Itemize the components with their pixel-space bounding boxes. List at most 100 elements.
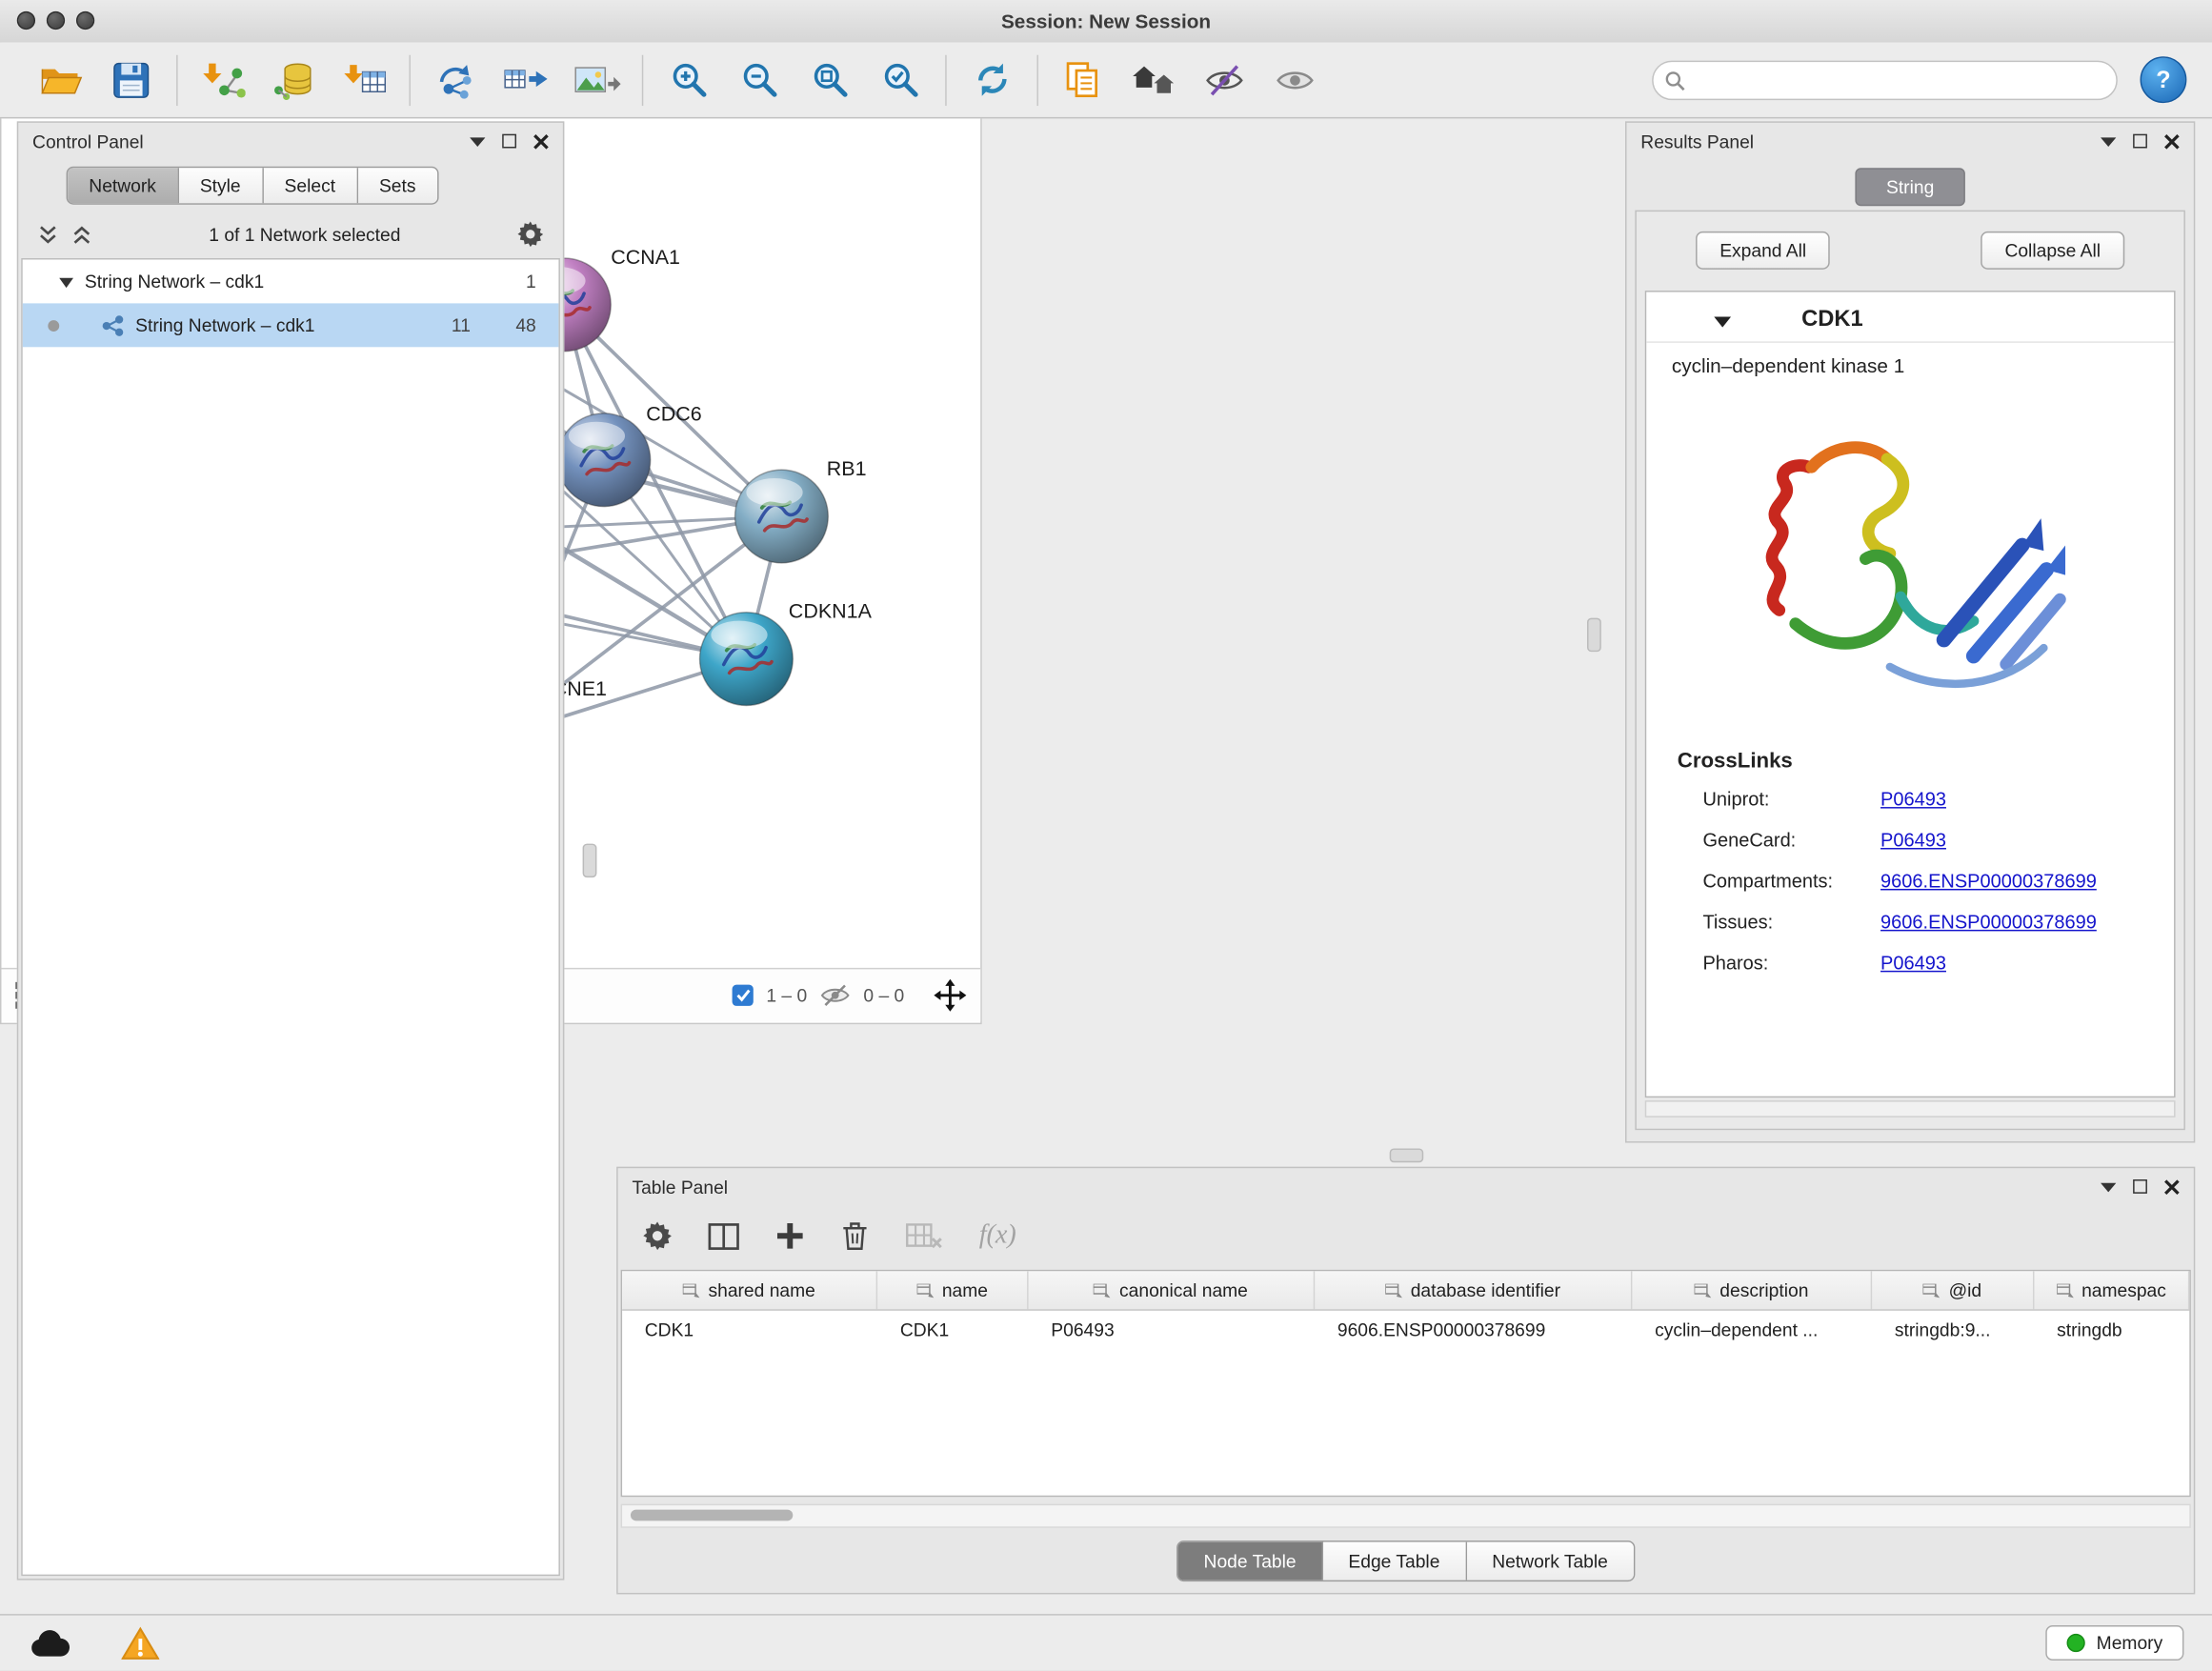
delete-column-trash-icon[interactable] (841, 1220, 870, 1252)
hide-annotations-button[interactable] (1189, 49, 1259, 111)
tab-select[interactable]: Select (263, 168, 357, 203)
warning-icon[interactable] (121, 1626, 159, 1661)
apply-layout-button[interactable] (956, 49, 1027, 111)
hidden-eye-slash-icon[interactable] (820, 983, 852, 1007)
expand-all-button[interactable]: Expand All (1696, 232, 1830, 270)
column-header-description[interactable]: description (1632, 1271, 1872, 1309)
collapse-all-button[interactable]: Collapse All (1981, 232, 2124, 270)
cell-name: CDK1 (877, 1311, 1028, 1349)
zoom-in-button[interactable] (654, 49, 724, 111)
splitter-handle[interactable] (1587, 618, 1601, 653)
open-session-button[interactable] (26, 49, 96, 111)
sphere-gloss (711, 621, 767, 650)
zoom-out-button[interactable] (724, 49, 794, 111)
collapse-section-icon[interactable] (1714, 314, 1731, 327)
zoom-window-button[interactable] (76, 11, 94, 30)
network-node-cdc6[interactable] (557, 413, 651, 507)
help-button[interactable]: ? (2141, 56, 2187, 103)
tab-node-table[interactable]: Node Table (1178, 1542, 1323, 1580)
tab-network[interactable]: Network (68, 168, 179, 203)
expand-all-icon[interactable] (72, 225, 92, 243)
table-panel-header: Table Panel (618, 1168, 2194, 1205)
panel-close-icon[interactable] (533, 133, 549, 149)
panel-float-icon[interactable] (2133, 1179, 2147, 1194)
export-image-button[interactable] (561, 49, 632, 111)
table-horizontal-scrollbar[interactable] (621, 1504, 2191, 1528)
node-label-ccna1: CCNA1 (611, 246, 680, 269)
column-header-shared-name[interactable]: shared name (622, 1271, 877, 1309)
tab-style[interactable]: Style (179, 168, 264, 203)
column-type-icon (916, 1283, 934, 1298)
home-icon (1132, 63, 1176, 97)
crosslink-compartments-link[interactable]: 9606.ENSP00000378699 (1880, 871, 2097, 892)
panel-menu-chevron-icon[interactable] (2101, 1181, 2116, 1193)
new-network-button[interactable] (420, 49, 491, 111)
network-node-cdkn1a[interactable] (700, 613, 794, 706)
cell-database-identifier: 9606.ENSP00000378699 (1315, 1311, 1632, 1349)
table-options-gear-icon[interactable] (643, 1221, 672, 1250)
zoom-fit-button[interactable] (794, 49, 865, 111)
show-graphics-button[interactable] (1259, 49, 1330, 111)
table-row[interactable]: CDK1 CDK1 P06493 9606.ENSP00000378699 cy… (622, 1311, 2189, 1349)
column-header-namespace[interactable]: namespac (2034, 1271, 2189, 1309)
pan-crosshair-icon[interactable] (934, 979, 966, 1012)
show-columns-icon[interactable] (708, 1222, 739, 1249)
splitter-handle[interactable] (1390, 1148, 1424, 1162)
panel-float-icon[interactable] (502, 134, 516, 149)
close-window-button[interactable] (17, 11, 35, 30)
toolbar-search (1652, 60, 2118, 99)
control-panel-tabs: Network Style Select Sets (18, 159, 563, 210)
tab-network-table[interactable]: Network Table (1467, 1542, 1634, 1580)
column-header-database-identifier[interactable]: database identifier (1315, 1271, 1632, 1309)
column-header-canonical-name[interactable]: canonical name (1029, 1271, 1316, 1309)
crosslink-genecard-link[interactable]: P06493 (1880, 830, 1946, 851)
zoom-selected-button[interactable] (865, 49, 935, 111)
tab-edge-table[interactable]: Edge Table (1323, 1542, 1467, 1580)
crosslink-label: Tissues: (1702, 912, 1880, 933)
column-header-name[interactable]: name (877, 1271, 1028, 1309)
memory-button[interactable]: Memory (2045, 1625, 2183, 1661)
selected-checkbox[interactable] (733, 985, 754, 1006)
crosslink-uniprot-link[interactable]: P06493 (1880, 789, 1946, 810)
import-network-database-button[interactable] (258, 49, 329, 111)
column-type-icon (1385, 1283, 1402, 1298)
tab-string[interactable]: String (1855, 168, 1965, 206)
disclosure-triangle-icon[interactable] (59, 276, 73, 288)
results-scrollbar[interactable] (1645, 1100, 2176, 1117)
check-icon (736, 989, 751, 1001)
eye-slash-icon (1205, 61, 1244, 98)
home-view-button[interactable] (1118, 49, 1189, 111)
import-network-file-button[interactable] (188, 49, 258, 111)
crosslink-label: Pharos: (1702, 953, 1880, 974)
column-header-id[interactable]: @id (1872, 1271, 2034, 1309)
collapse-all-icon[interactable] (38, 225, 58, 243)
import-table-button[interactable] (329, 49, 399, 111)
crosslink-pharos-link[interactable]: P06493 (1880, 953, 1946, 974)
copy-document-button[interactable] (1048, 49, 1118, 111)
crosslink-tissues-link[interactable]: 9606.ENSP00000378699 (1880, 912, 2097, 933)
gear-icon[interactable] (517, 222, 543, 248)
scrollbar-thumb[interactable] (631, 1510, 793, 1521)
save-session-button[interactable] (96, 49, 167, 111)
tab-sets[interactable]: Sets (358, 168, 437, 203)
export-image-icon (573, 63, 620, 97)
network-collection-row[interactable]: String Network – cdk1 1 (23, 259, 559, 303)
edge-count: 48 (515, 314, 535, 335)
panel-close-icon[interactable] (2164, 133, 2180, 149)
search-input[interactable] (1652, 60, 2118, 99)
panel-float-icon[interactable] (2133, 134, 2147, 149)
network-from-table-button[interactable] (491, 49, 561, 111)
column-type-icon (2056, 1283, 2073, 1298)
panel-menu-chevron-icon[interactable] (470, 135, 485, 147)
panel-menu-chevron-icon[interactable] (2101, 135, 2116, 147)
minimize-window-button[interactable] (47, 11, 65, 30)
network-list-toolbar: 1 of 1 Network selected (18, 211, 563, 258)
node-label-rb1: RB1 (827, 457, 867, 480)
network-row[interactable]: String Network – cdk1 11 48 (23, 303, 559, 347)
network-node-rb1[interactable] (735, 470, 829, 563)
panel-close-icon[interactable] (2164, 1178, 2180, 1194)
node-label-cdkn1a: CDKN1A (789, 600, 873, 623)
cloud-icon[interactable] (29, 1627, 70, 1659)
add-column-plus-icon[interactable] (775, 1221, 804, 1250)
splitter-handle[interactable] (583, 844, 597, 878)
